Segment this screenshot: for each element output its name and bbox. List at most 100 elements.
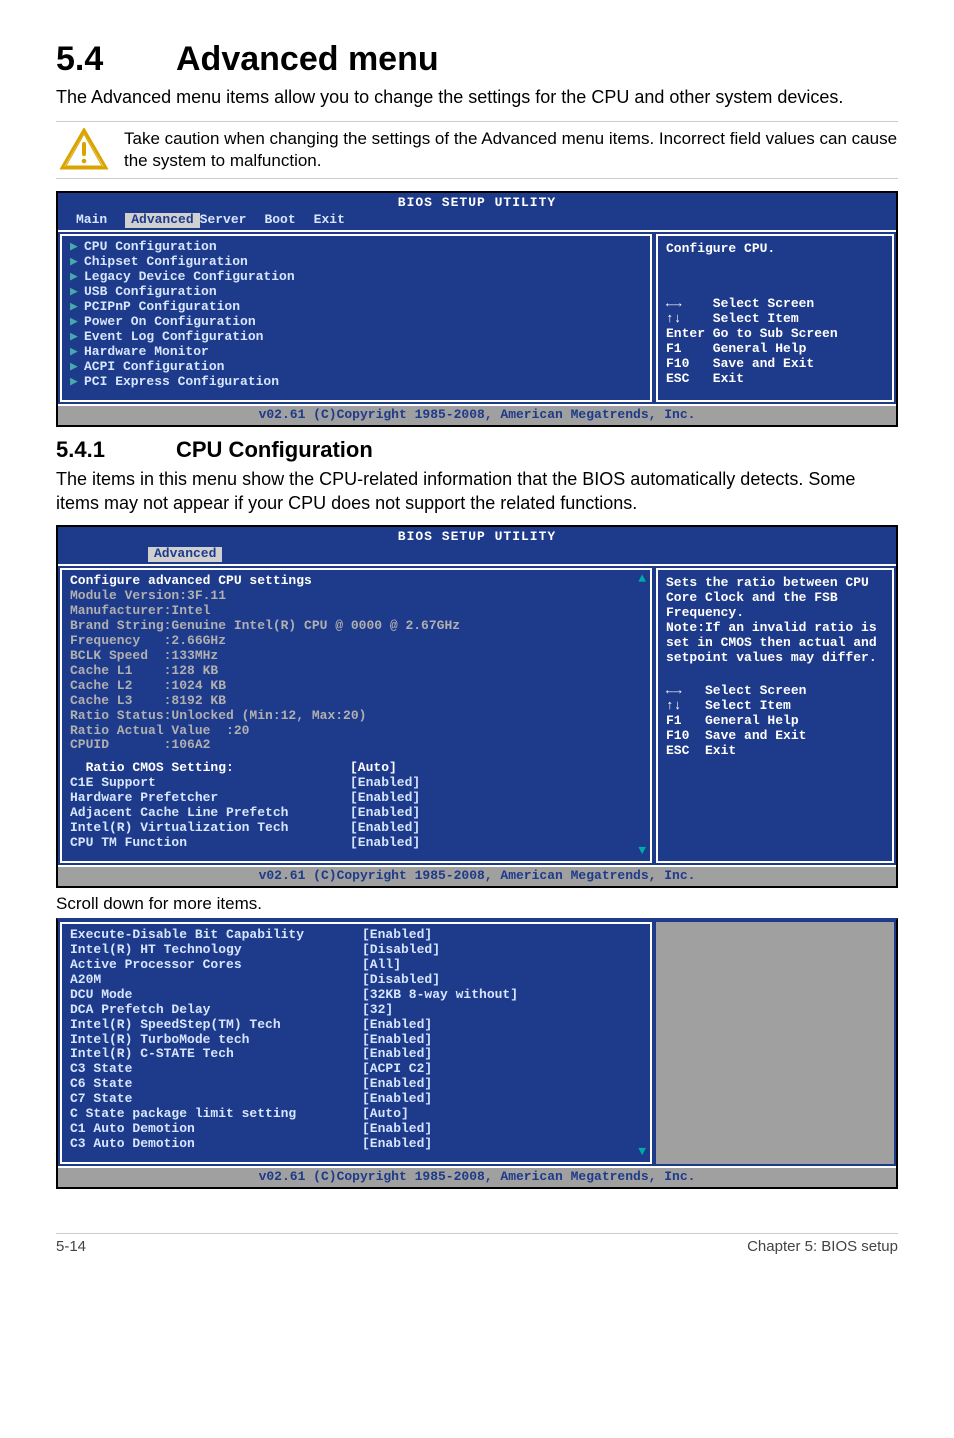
opt-cstate-tech[interactable]: Intel(R) C-STATE Tech[Enabled] (70, 1047, 642, 1062)
bios-tabbar: Advanced (58, 547, 896, 564)
opt-hw-prefetcher[interactable]: Hardware Prefetcher[Enabled] (70, 791, 642, 806)
opt-c1e-support[interactable]: C1E Support[Enabled] (70, 776, 642, 791)
tab-advanced[interactable]: Advanced (125, 213, 199, 228)
bios-left-pane: ▲ Configure advanced CPU settings Module… (60, 568, 652, 863)
opt-a20m[interactable]: A20M[Disabled] (70, 973, 642, 988)
help-text: Sets the ratio between CPU Core Clock an… (666, 576, 884, 666)
info-ratio-actual: Ratio Actual Value :20 (70, 724, 642, 739)
cpu-settings-heading: Configure advanced CPU settings (70, 574, 642, 589)
tab-advanced[interactable]: Advanced (148, 547, 222, 562)
section-title: Advanced menu (176, 40, 439, 78)
caution-icon (58, 128, 110, 172)
menu-pci-express-configuration[interactable]: ▶PCI Express Configuration (70, 375, 642, 390)
tab-exit[interactable]: Exit (314, 213, 363, 228)
opt-dcu-mode[interactable]: DCU Mode[32KB 8-way without] (70, 988, 642, 1003)
nav-select-screen: ←→ Select Screen (666, 684, 884, 699)
tab-server[interactable]: Server (200, 213, 265, 228)
nav-f10: F10 Save and Exit (666, 729, 884, 744)
nav-f10: F10 Save and Exit (666, 357, 884, 372)
nav-enter: Enter Go to Sub Screen (666, 327, 884, 342)
submenu-arrow-icon: ▶ (70, 285, 84, 300)
menu-power-on-configuration[interactable]: ▶Power On Configuration (70, 315, 642, 330)
submenu-arrow-icon: ▶ (70, 315, 84, 330)
menu-acpi-configuration[interactable]: ▶ACPI Configuration (70, 360, 642, 375)
bios-help-pane: Sets the ratio between CPU Core Clock an… (656, 568, 894, 863)
menu-cpu-configuration[interactable]: ▶CPU Configuration (70, 240, 642, 255)
subsection-number: 5.4.1 (56, 437, 176, 463)
caution-text: Take caution when changing the settings … (124, 128, 898, 172)
opt-ratio-cmos[interactable]: Ratio CMOS Setting:[Auto] (70, 761, 642, 776)
menu-event-log-configuration[interactable]: ▶Event Log Configuration (70, 330, 642, 345)
nav-select-item: ↑↓ Select Item (666, 312, 884, 327)
opt-cpu-tm[interactable]: CPU TM Function[Enabled] (70, 836, 642, 851)
bios-left-pane: Execute-Disable Bit Capability[Enabled] … (60, 922, 652, 1164)
submenu-arrow-icon: ▶ (70, 360, 84, 375)
submenu-arrow-icon: ▶ (70, 330, 84, 345)
nav-f1: F1 General Help (666, 342, 884, 357)
opt-c3-auto-demotion[interactable]: C3 Auto Demotion[Enabled] (70, 1137, 642, 1152)
opt-active-cores[interactable]: Active Processor Cores[All] (70, 958, 642, 973)
opt-c1-auto-demotion[interactable]: C1 Auto Demotion[Enabled] (70, 1122, 642, 1137)
opt-cstate-limit[interactable]: C State package limit setting[Auto] (70, 1107, 642, 1122)
menu-legacy-device-configuration[interactable]: ▶Legacy Device Configuration (70, 270, 642, 285)
bios-screen-cpu-config: BIOS SETUP UTILITY Advanced ▲ Configure … (56, 525, 898, 888)
bios-copyright: v02.61 (C)Copyright 1985-2008, American … (58, 867, 896, 886)
submenu-arrow-icon: ▶ (70, 345, 84, 360)
menu-chipset-configuration[interactable]: ▶Chipset Configuration (70, 255, 642, 270)
info-cpuid: CPUID :106A2 (70, 738, 642, 753)
bios-title: BIOS SETUP UTILITY (58, 527, 896, 547)
bios-copyright: v02.61 (C)Copyright 1985-2008, American … (58, 1168, 896, 1187)
scroll-down-icon[interactable]: ▼ (638, 1145, 646, 1160)
info-ratio-status: Ratio Status:Unlocked (Min:12, Max:20) (70, 709, 642, 724)
info-cache-l2: Cache L2 :1024 KB (70, 679, 642, 694)
info-frequency: Frequency :2.66GHz (70, 634, 642, 649)
opt-ht-tech[interactable]: Intel(R) HT Technology[Disabled] (70, 943, 642, 958)
menu-pcipnp-configuration[interactable]: ▶PCIPnP Configuration (70, 300, 642, 315)
caution-box: Take caution when changing the settings … (56, 121, 898, 179)
opt-intel-vt[interactable]: Intel(R) Virtualization Tech[Enabled] (70, 821, 642, 836)
section-heading: 5.4Advanced menu (56, 40, 898, 79)
tab-main[interactable]: Main (76, 213, 125, 228)
submenu-arrow-icon: ▶ (70, 375, 84, 390)
scroll-down-icon[interactable]: ▼ (638, 844, 646, 859)
menu-usb-configuration[interactable]: ▶USB Configuration (70, 285, 642, 300)
subsection-title: CPU Configuration (176, 437, 373, 462)
intro-paragraph: The Advanced menu items allow you to cha… (56, 85, 898, 109)
help-text: Configure CPU. (666, 242, 884, 257)
info-cache-l3: Cache L3 :8192 KB (70, 694, 642, 709)
nav-select-item: ↑↓ Select Item (666, 699, 884, 714)
opt-speedstep[interactable]: Intel(R) SpeedStep(TM) Tech[Enabled] (70, 1018, 642, 1033)
subsection-paragraph: The items in this menu show the CPU-rela… (56, 467, 898, 516)
menu-hardware-monitor[interactable]: ▶Hardware Monitor (70, 345, 642, 360)
info-cache-l1: Cache L1 :128 KB (70, 664, 642, 679)
opt-execute-disable[interactable]: Execute-Disable Bit Capability[Enabled] (70, 928, 642, 943)
page-number: 5-14 (56, 1238, 86, 1255)
chapter-label: Chapter 5: BIOS setup (747, 1238, 898, 1255)
scroll-up-icon[interactable]: ▲ (638, 572, 646, 587)
tab-boot[interactable]: Boot (264, 213, 313, 228)
info-brand-string: Brand String:Genuine Intel(R) CPU @ 0000… (70, 619, 642, 634)
scroll-down-note: Scroll down for more items. (56, 894, 898, 914)
bios-screen-advanced: BIOS SETUP UTILITY Main Advanced Server … (56, 191, 898, 426)
opt-turbomode[interactable]: Intel(R) TurboMode tech[Enabled] (70, 1033, 642, 1048)
submenu-arrow-icon: ▶ (70, 300, 84, 315)
opt-c3-state[interactable]: C3 State[ACPI C2] (70, 1062, 642, 1077)
module-version: Module Version:3F.11 (70, 589, 642, 604)
section-number: 5.4 (56, 40, 176, 79)
submenu-arrow-icon: ▶ (70, 270, 84, 285)
bios-screen-cpu-more: Execute-Disable Bit Capability[Enabled] … (56, 918, 898, 1189)
info-bclk-speed: BCLK Speed :133MHz (70, 649, 642, 664)
bios-help-pane: Configure CPU. ←→ Select Screen ↑↓ Selec… (656, 234, 894, 401)
bios-left-pane: ▶CPU Configuration ▶Chipset Configuratio… (60, 234, 652, 401)
bios-title: BIOS SETUP UTILITY (58, 193, 896, 213)
opt-c6-state[interactable]: C6 State[Enabled] (70, 1077, 642, 1092)
nav-select-screen: ←→ Select Screen (666, 297, 884, 312)
bios-tabbar: Main Advanced Server Boot Exit (58, 213, 896, 230)
nav-f1: F1 General Help (666, 714, 884, 729)
nav-esc: ESC Exit (666, 744, 884, 759)
opt-dca-prefetch[interactable]: DCA Prefetch Delay[32] (70, 1003, 642, 1018)
opt-c7-state[interactable]: C7 State[Enabled] (70, 1092, 642, 1107)
bios-help-pane (656, 922, 894, 1164)
submenu-arrow-icon: ▶ (70, 255, 84, 270)
opt-adj-cache-prefetch[interactable]: Adjacent Cache Line Prefetch[Enabled] (70, 806, 642, 821)
